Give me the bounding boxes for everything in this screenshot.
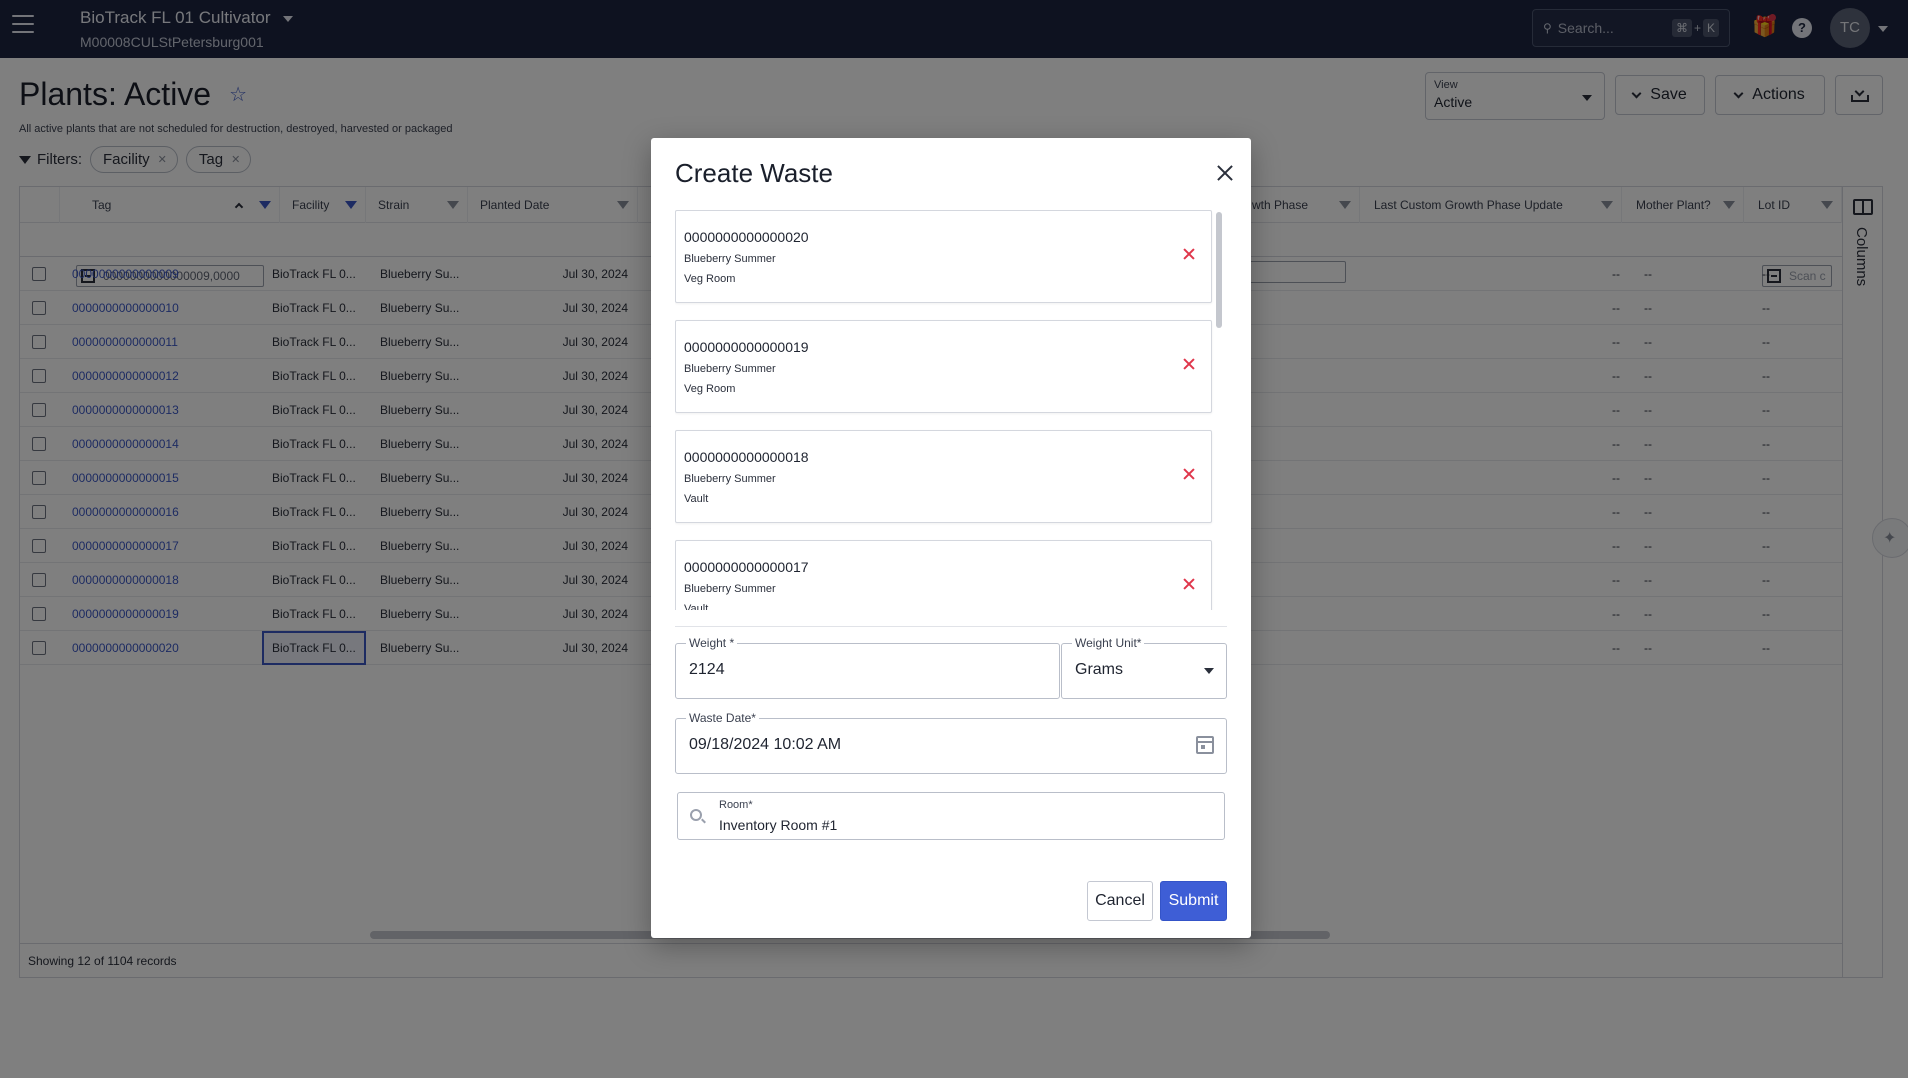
weight-unit-label: Weight Unit* — [1072, 636, 1145, 650]
selected-plant-card: 0000000000000018 Blueberry Summer Vault — [675, 430, 1212, 523]
plant-tag: 0000000000000017 — [684, 559, 809, 575]
list-scrollbar[interactable] — [1216, 212, 1222, 328]
remove-plant-icon[interactable] — [1182, 467, 1196, 481]
room-value[interactable]: Inventory Room #1 — [719, 817, 837, 833]
plant-tag: 0000000000000018 — [684, 449, 809, 465]
chevron-down-icon — [1204, 668, 1214, 674]
room-search-field[interactable]: Room* Inventory Room #1 — [677, 792, 1225, 840]
room-label: Room* — [719, 799, 753, 811]
cancel-button[interactable]: Cancel — [1087, 881, 1153, 921]
selected-plant-card: 0000000000000019 Blueberry Summer Veg Room — [675, 320, 1212, 413]
weight-value[interactable]: 2124 — [689, 661, 995, 679]
calendar-icon[interactable] — [1196, 736, 1214, 754]
plant-room: Veg Room — [684, 273, 736, 285]
plant-strain: Blueberry Summer — [684, 583, 776, 595]
waste-date-value[interactable]: 09/18/2024 10:02 AM — [689, 736, 1129, 754]
remove-plant-icon[interactable] — [1182, 357, 1196, 371]
weight-unit-value: Grams — [1075, 661, 1123, 678]
plant-strain: Blueberry Summer — [684, 363, 776, 375]
waste-date-field[interactable]: Waste Date* 09/18/2024 10:02 AM — [675, 711, 1227, 774]
create-waste-dialog: Create Waste 0000000000000020 Blueberry S… — [651, 138, 1251, 938]
selected-plants-list[interactable]: 0000000000000020 Blueberry Summer Veg Room… — [675, 210, 1225, 610]
close-icon[interactable] — [1214, 162, 1236, 184]
plant-tag: 0000000000000019 — [684, 339, 809, 355]
weight-label: Weight * — [686, 636, 738, 650]
selected-plant-card: 0000000000000017 Blueberry Summer Vault — [675, 540, 1212, 610]
submit-button[interactable]: Submit — [1160, 881, 1227, 921]
remove-plant-icon[interactable] — [1182, 247, 1196, 261]
search-icon — [690, 809, 702, 821]
waste-date-label: Waste Date* — [686, 711, 759, 725]
divider — [675, 626, 1227, 627]
weight-field[interactable]: Weight * 2124 — [675, 636, 1060, 699]
dialog-title: Create Waste — [675, 158, 833, 188]
plant-strain: Blueberry Summer — [684, 253, 776, 265]
remove-plant-icon[interactable] — [1182, 577, 1196, 591]
plant-room: Vault — [684, 603, 709, 610]
plant-room: Vault — [684, 493, 709, 505]
weight-unit-select[interactable]: Weight Unit* Grams — [1061, 636, 1227, 699]
plant-strain: Blueberry Summer — [684, 473, 776, 485]
plant-tag: 0000000000000020 — [684, 229, 809, 245]
plant-room: Veg Room — [684, 383, 736, 395]
selected-plant-card: 0000000000000020 Blueberry Summer Veg Room — [675, 210, 1212, 303]
